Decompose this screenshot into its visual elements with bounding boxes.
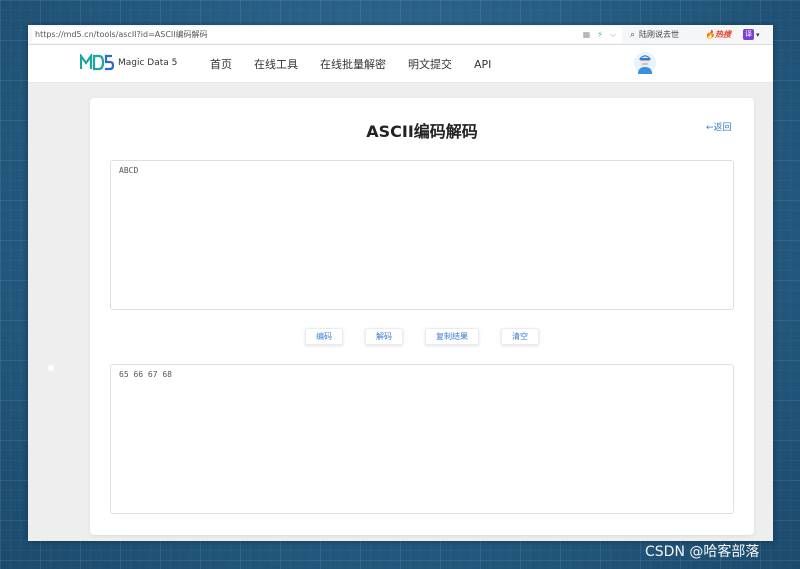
extension-caret-icon[interactable]: ▾ [756, 31, 760, 39]
chevron-down-icon[interactable]: ⌵ [610, 30, 616, 40]
back-link[interactable]: ←返回 [706, 120, 732, 133]
url-text[interactable]: https://md5.cn/tools/ascII?id=ASCII编码解码 [35, 29, 583, 40]
md5-logo-icon [80, 54, 114, 71]
site-header: Magic Data 5 首页 在线工具 在线批量解密 明文提交 API [28, 45, 773, 83]
output-textarea[interactable]: 65 66 67 68 [110, 364, 734, 514]
nav-batch-decrypt[interactable]: 在线批量解密 [320, 56, 386, 72]
input-textarea[interactable]: ABCD [110, 160, 734, 310]
lightning-icon[interactable]: ⚡ [597, 30, 603, 39]
search-icon: ⌕ [630, 29, 636, 40]
csdn-watermark: CSDN @哈客部落 [645, 544, 760, 560]
logo-text: Magic Data 5 [118, 57, 178, 68]
clear-button[interactable]: 清空 [501, 328, 539, 345]
hot-search-link[interactable]: 🔥热搜 [705, 29, 731, 40]
copy-result-button[interactable]: 复制结果 [425, 328, 479, 345]
action-buttons: 编码 解码 复制结果 清空 [90, 328, 754, 345]
url-field[interactable]: https://md5.cn/tools/ascII?id=ASCII编码解码 … [32, 26, 622, 43]
browser-window: https://md5.cn/tools/ascII?id=ASCII编码解码 … [28, 25, 773, 541]
translate-extension-icon[interactable]: 译 [743, 29, 755, 40]
main-nav: 首页 在线工具 在线批量解密 明文提交 API [210, 45, 491, 83]
page-title: ASCII编码解码 [366, 122, 478, 141]
nav-home[interactable]: 首页 [210, 56, 232, 72]
address-bar: https://md5.cn/tools/ascII?id=ASCII编码解码 … [28, 25, 773, 45]
tool-card: ASCII编码解码 ←返回 ABCD 编码 解码 复制结果 清空 65 66 6… [90, 98, 754, 535]
decode-button[interactable]: 解码 [365, 328, 403, 345]
encode-button[interactable]: 编码 [305, 328, 343, 345]
hot-search-label: 热搜 [715, 30, 732, 39]
search-suggestion[interactable]: 陆刚说去世 [639, 29, 679, 40]
nav-plaintext-submit[interactable]: 明文提交 [408, 56, 452, 72]
nav-api[interactable]: API [474, 58, 491, 71]
fire-icon: 🔥 [705, 30, 716, 39]
decorative-dot [48, 365, 54, 371]
user-avatar[interactable] [634, 52, 656, 74]
reader-mode-icon[interactable]: ▦ [583, 30, 591, 39]
site-logo[interactable]: Magic Data 5 [80, 54, 177, 71]
browser-search[interactable]: ⌕ 陆刚说去世 [630, 29, 679, 40]
nav-online-tools[interactable]: 在线工具 [254, 56, 298, 72]
